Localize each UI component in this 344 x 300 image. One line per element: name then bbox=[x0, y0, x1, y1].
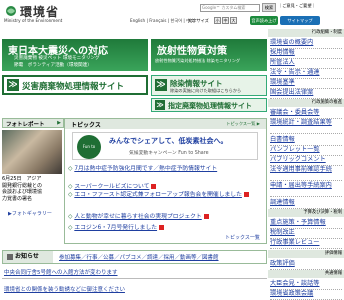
font-size-medium-button[interactable]: 中 bbox=[222, 17, 229, 24]
decontamination-site-banner[interactable]: ≫ 除染情報サイト 除染の実施に向けた取組はこちらから bbox=[151, 75, 267, 96]
notice-item[interactable]: 環境省との関係を装う勧誘などに御注意ください bbox=[4, 285, 125, 293]
topic-item[interactable]: ◇ エコ・ファースト認定式兼フォローアップ報告会を開催しました bbox=[68, 192, 264, 199]
disaster-waste-site-banner[interactable]: ≫ 災害廃棄物処理情報サイト bbox=[2, 75, 148, 95]
voice-readout-button[interactable]: 音声読み上げ bbox=[250, 16, 278, 25]
quake-banner-line2: 節電 ボランティア活動（環境関連） bbox=[14, 63, 92, 68]
search-input[interactable]: Google™ カスタム検索 bbox=[200, 4, 260, 12]
topic-extra-link[interactable]: ／熱中症予防情報サイト bbox=[153, 166, 217, 172]
designated-waste-site-banner[interactable]: ≫ 指定廃棄物処理情報サイト bbox=[151, 98, 267, 112]
notice-icon bbox=[7, 254, 13, 260]
sidebar-item[interactable]: 行政事業レビュー bbox=[270, 238, 342, 249]
new-badge-icon bbox=[151, 184, 157, 189]
double-chevron-icon: ≫ bbox=[155, 100, 165, 110]
ministry-logo-icon[interactable] bbox=[4, 5, 18, 17]
fun-to-share-logo-icon: Fun to Share bbox=[77, 135, 101, 173]
sidebar-item[interactable]: 法令適用事前確認手続 bbox=[270, 166, 342, 181]
sidebar-item[interactable]: 国会提出法律案 bbox=[270, 88, 342, 99]
photo-report-title: フォトレポート bbox=[6, 122, 45, 128]
top-links[interactable]: ｜ご意見・ご要望｜ bbox=[278, 3, 316, 9]
radiation-banner-line1: 放射性物質汚染対処特措法 除染モニタリング bbox=[155, 58, 241, 63]
quake-response-banner[interactable]: 東日本大震災への対応 災害廃棄物 被災ペット 環境モニタリング 節電 ボランティ… bbox=[2, 39, 148, 71]
photo-report-header[interactable]: フォトレポート ▶ bbox=[2, 118, 64, 128]
sidebar-section-header: 評価情報 bbox=[268, 250, 344, 258]
photo-report-image[interactable] bbox=[2, 130, 62, 174]
sidebar-item[interactable]: 申請・届出等手続案内 bbox=[270, 182, 342, 197]
sidebar-section-header: 共通情報 bbox=[268, 270, 344, 278]
sidebar-item[interactable]: 調達情報 bbox=[270, 198, 342, 209]
radiation-banner-title: 放射性物質対策 bbox=[157, 46, 227, 57]
arrow-right-icon: ▶ bbox=[57, 120, 61, 126]
topic-item[interactable]: ◇ エコジン6・7月号発行しました bbox=[68, 222, 165, 231]
site-subtitle: Ministry of the Environment bbox=[4, 18, 63, 23]
fun-to-share-banner[interactable]: Fun to Share みんなでシェアして、低炭素社会へ。 気候変動キャンペー… bbox=[72, 132, 258, 173]
sidebar-section-header: 行政施策の推進 bbox=[268, 99, 344, 107]
language-links[interactable]: English | Français | 한국어 | 中文 bbox=[130, 18, 195, 24]
feature-headline: みんなでシェアして、低炭素社会へ。 bbox=[109, 137, 228, 145]
topics-title: トピックス bbox=[71, 122, 101, 129]
photo-gallery-link[interactable]: ▶フォトギャラリー bbox=[8, 210, 52, 217]
new-badge-icon bbox=[243, 192, 249, 197]
notice-bar: お知らせ 参加募集／行事／公募／パブコメ／調達／採用／動画等／図書館 bbox=[2, 250, 267, 264]
font-size-large-button[interactable]: 大 bbox=[230, 17, 237, 24]
topic-item[interactable]: ◇ 7月は熱中症予防強化月間です／熱中症予防情報サイト bbox=[68, 163, 217, 172]
topic-link[interactable]: 人と動物が幸せに暮らす社会の実現プロジェクト bbox=[74, 214, 201, 220]
font-size-label: 文字サイズ bbox=[188, 18, 209, 23]
sidebar-item[interactable]: 環境省政策会議 bbox=[270, 289, 342, 300]
topic-link[interactable]: スーパークールビズについて bbox=[74, 184, 149, 190]
topics-list-link[interactable]: トピックス一覧 ▶ bbox=[226, 121, 260, 127]
new-badge-icon bbox=[159, 225, 165, 230]
designated-waste-label: 指定廃棄物処理情報サイト bbox=[168, 102, 252, 110]
feature-subline: 気候変動キャンペーン Fun to Share bbox=[129, 151, 209, 156]
font-size-small-button[interactable]: 小 bbox=[214, 17, 221, 24]
disaster-waste-label: 災害廃棄物処理情報サイト bbox=[22, 82, 125, 92]
sidebar-item[interactable]: 政策評価 bbox=[270, 259, 342, 270]
topics-all-link[interactable]: トピックス一覧 bbox=[225, 234, 260, 241]
sidebar-section-header: 予算及び決算・税制 bbox=[268, 209, 344, 217]
topic-link[interactable]: エコジン6・7月号発行しました bbox=[74, 225, 157, 231]
caption-line: 力覚書の署名 bbox=[2, 195, 33, 202]
sidebar-item[interactable]: 審議会・委員会等 bbox=[270, 108, 342, 119]
sitemap-button[interactable]: サイトマップ bbox=[280, 16, 320, 25]
notice-category-links[interactable]: 参加募集／行事／公募／パブコメ／調達／採用／動画等／図書館 bbox=[59, 253, 219, 261]
sidebar-item[interactable]: パブリックコメント bbox=[270, 155, 342, 166]
quake-banner-line1: 災害廃棄物 被災ペット 環境モニタリング bbox=[14, 56, 100, 61]
decontamination-sublabel: 除染の実施に向けた取組はこちらから bbox=[170, 88, 242, 93]
double-chevron-icon: ≫ bbox=[7, 79, 19, 91]
radiation-measures-banner[interactable]: 放射性物質対策 放射性物質汚染対処特措法 除染モニタリング bbox=[151, 39, 267, 71]
topic-item[interactable]: ◇ スーパークールビズについて bbox=[68, 181, 157, 190]
sidebar-item[interactable]: 環境統計・調査結果等 bbox=[270, 119, 342, 134]
new-badge-icon bbox=[203, 214, 209, 219]
photo-report-caption[interactable]: 6月25日 アジア 開発銀行総裁との 会談および環境協 力覚書の署名 bbox=[2, 176, 64, 202]
notice-item[interactable]: 中央合同庁舎5号館への入館方法が変わります bbox=[4, 268, 118, 276]
double-chevron-icon: ≫ bbox=[155, 79, 167, 91]
topic-link[interactable]: エコ・ファースト認定式兼フォローアップ報告会を開催しました bbox=[74, 192, 242, 198]
divider bbox=[2, 278, 267, 279]
sidebar-section-header: 行政組織・制度 bbox=[268, 29, 344, 37]
topics-header: トピックス トピックス一覧 ▶ bbox=[65, 119, 266, 129]
search-button[interactable]: 検索 bbox=[262, 3, 276, 12]
topic-link[interactable]: 7月は熱中症予防強化月間です bbox=[74, 166, 153, 172]
topic-item[interactable]: ◇ 人と動物が幸せに暮らす社会の実現プロジェクト bbox=[68, 211, 209, 220]
